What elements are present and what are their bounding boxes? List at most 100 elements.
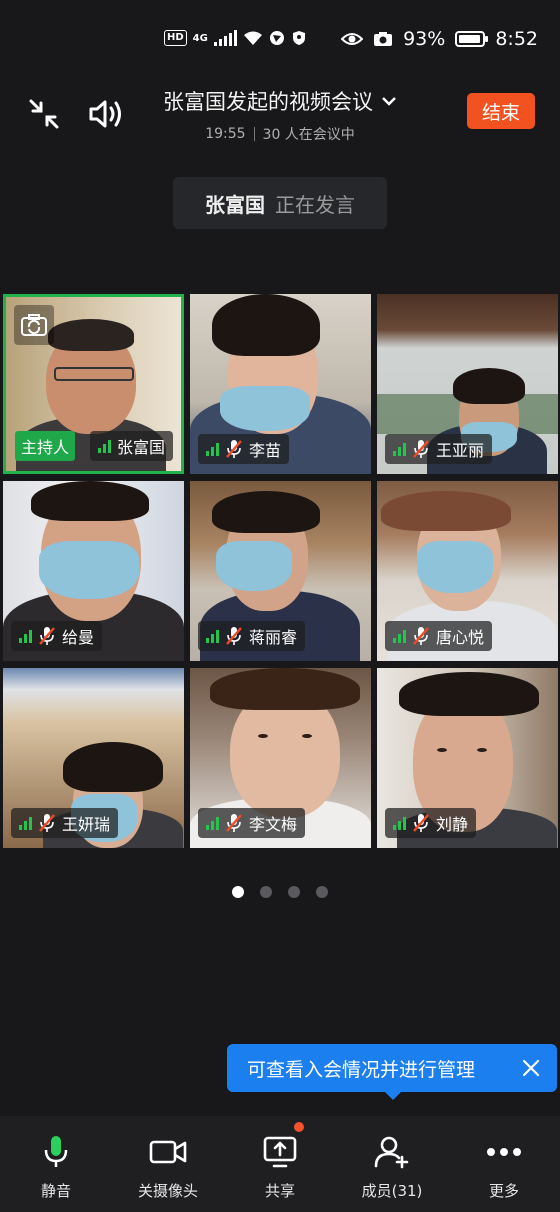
camera-toggle-button[interactable]: 关摄像头 <box>112 1116 224 1212</box>
signal-strength-icon <box>19 629 32 643</box>
person-hair <box>31 481 149 521</box>
face-mask <box>39 541 139 599</box>
page-dot[interactable] <box>232 886 244 898</box>
glasses <box>54 367 134 381</box>
eye-icon <box>341 33 364 45</box>
page-dot[interactable] <box>316 886 328 898</box>
meeting-title-area[interactable]: 张富国发起的视频会议 19:55 30 人在会议中 <box>150 86 410 144</box>
participant-label: 张富国 <box>90 431 174 461</box>
participant-name: 李苗 <box>249 441 282 460</box>
participant-count: 30 人在会议中 <box>262 127 355 143</box>
person-hair <box>63 742 163 792</box>
participant-name: 王妍瑞 <box>62 815 111 834</box>
end-meeting-button[interactable]: 结束 <box>467 93 535 129</box>
video-tile[interactable]: 李苗 <box>190 294 371 474</box>
participant-label: 李文梅 <box>198 808 306 838</box>
signal-strength-icon <box>393 629 406 643</box>
participant-name: 王亚丽 <box>436 441 485 460</box>
participant-label: 王亚丽 <box>385 434 493 464</box>
mute-button[interactable]: 静音 <box>0 1116 112 1212</box>
signal-strength-icon <box>206 629 219 643</box>
members-label: 成员(31) <box>361 1182 423 1200</box>
video-tile[interactable]: 王妍瑞 <box>3 668 184 848</box>
person-hair <box>210 668 360 710</box>
camera-icon <box>148 1132 188 1172</box>
signal-strength-icon <box>19 816 32 830</box>
video-tile[interactable]: 刘静 <box>377 668 558 848</box>
share-button[interactable]: 共享 <box>224 1116 336 1212</box>
video-grid: 主持人 张富国 李苗 王亚丽 给曼 蒋丽睿 唐心悦 王妍瑞 李文梅 刘静 <box>3 294 558 848</box>
mute-label: 静音 <box>40 1182 71 1200</box>
participant-label: 李苗 <box>198 434 290 464</box>
page-dot[interactable] <box>260 886 272 898</box>
page-indicator <box>0 886 560 898</box>
more-label: 更多 <box>488 1182 519 1200</box>
signal-strength-icon <box>393 816 406 830</box>
participant-name: 给曼 <box>62 628 95 647</box>
switch-camera-icon[interactable] <box>14 305 54 345</box>
network-type: 4G <box>192 32 208 44</box>
face-mask <box>417 541 493 593</box>
signal-strength-icon <box>98 439 111 453</box>
share-screen-icon <box>260 1132 300 1172</box>
person-hair <box>453 368 525 404</box>
share-label: 共享 <box>264 1182 295 1200</box>
mic-muted-icon <box>413 814 429 832</box>
page-dot[interactable] <box>288 886 300 898</box>
signal-strength-icon <box>206 442 219 456</box>
video-tile[interactable]: 李文梅 <box>190 668 371 848</box>
participant-label: 唐心悦 <box>385 621 493 651</box>
more-button[interactable]: 更多 <box>448 1116 560 1212</box>
minimize-icon[interactable] <box>24 94 64 134</box>
eye <box>302 734 312 738</box>
participant-name: 李文梅 <box>249 815 298 834</box>
participant-label: 王妍瑞 <box>11 808 119 838</box>
video-tile[interactable]: 蒋丽睿 <box>190 481 371 661</box>
notification-dot <box>294 1122 304 1132</box>
active-speaker-status: 正在发言 <box>275 192 355 217</box>
speaker-icon[interactable] <box>86 94 126 134</box>
mic-muted-icon <box>226 814 242 832</box>
clock: 8:52 <box>495 28 538 50</box>
shield-icon <box>292 31 305 45</box>
signal-strength-icon <box>206 816 219 830</box>
participant-name: 张富国 <box>117 438 166 457</box>
mic-muted-icon <box>39 627 55 645</box>
more-icon <box>484 1132 524 1172</box>
participant-label: 给曼 <box>11 621 103 651</box>
eye <box>258 734 268 738</box>
mic-muted-icon <box>413 440 429 458</box>
member-management-tip[interactable]: 可查看入会情况并进行管理 <box>227 1044 557 1100</box>
video-tile[interactable]: 给曼 <box>3 481 184 661</box>
close-icon[interactable] <box>517 1054 545 1082</box>
video-tile[interactable]: 唐心悦 <box>377 481 558 661</box>
add-member-icon <box>372 1132 412 1172</box>
meeting-title: 张富国发起的视频会议 <box>163 90 373 114</box>
video-tile[interactable]: 主持人 张富国 <box>3 294 184 474</box>
camera-status-icon <box>374 32 393 46</box>
person-hair <box>212 294 320 356</box>
person-hair <box>399 672 539 716</box>
battery-icon <box>455 31 489 47</box>
battery-percent: 93% <box>403 28 446 50</box>
person-hair <box>381 491 511 531</box>
video-tile[interactable]: 王亚丽 <box>377 294 558 474</box>
signal-icon <box>213 30 237 46</box>
host-badge: 主持人 <box>15 431 76 461</box>
chevron-down-icon[interactable] <box>381 96 397 106</box>
meeting-header: 张富国发起的视频会议 19:55 30 人在会议中 结束 <box>0 80 560 150</box>
hd-badge: HD <box>164 30 187 46</box>
mic-muted-icon <box>226 627 242 645</box>
participant-name: 刘静 <box>436 815 469 834</box>
members-button[interactable]: 成员(31) <box>336 1116 448 1212</box>
divider <box>253 127 255 141</box>
bottom-toolbar: 静音 关摄像头 共享 成员(31) 更多 <box>0 1116 560 1212</box>
person-hair <box>212 491 320 533</box>
camera-label: 关摄像头 <box>137 1182 198 1200</box>
active-speaker-name: 张富国 <box>205 192 265 217</box>
status-right: 93% 8:52 <box>341 28 538 50</box>
wifi-icon <box>243 31 262 45</box>
microphone-icon <box>36 1132 76 1172</box>
mic-muted-icon <box>226 440 242 458</box>
eye <box>477 748 487 752</box>
